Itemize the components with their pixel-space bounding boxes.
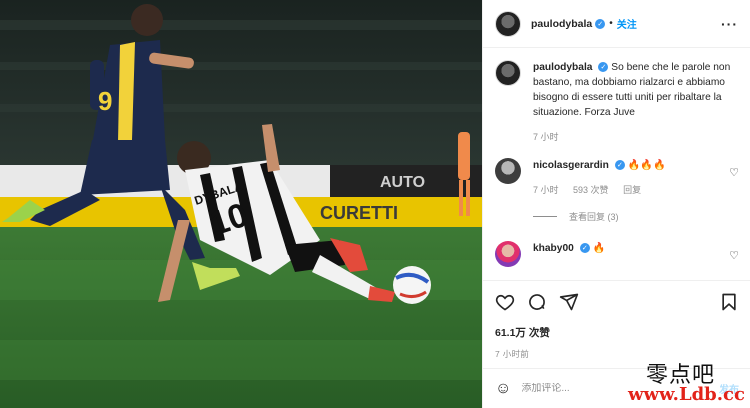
commenter-avatar[interactable]	[495, 158, 521, 184]
caption-avatar[interactable]	[495, 60, 521, 86]
post-panel: paulodybala ✓ • 关注 ··· paulodybala ✓ So b…	[482, 0, 750, 408]
comment-meta: 7 小时 593 次赞 回复	[533, 183, 739, 198]
comment-text: 🔥🔥🔥	[627, 160, 666, 171]
comment-item: nicolasgerardin ✓ 🔥🔥🔥 7 小时 593 次赞 回复 ♡	[495, 158, 739, 198]
comment-likes[interactable]: 593 次赞	[573, 185, 609, 195]
comment-username[interactable]: khaby00	[533, 243, 574, 254]
comment-icon[interactable]	[527, 292, 547, 312]
author-avatar[interactable]	[495, 10, 521, 37]
likes-count[interactable]: 61.1万 次赞	[495, 325, 739, 340]
comment-body: khaby00 ✓ 🔥	[533, 241, 739, 267]
comment-text: 🔥	[592, 243, 606, 254]
ad-board-text-right: CURETTI	[320, 203, 398, 223]
comments-list[interactable]: paulodybala ✓ So bene che le parole non b…	[483, 60, 750, 278]
comment-like-heart-icon[interactable]: ♡	[729, 166, 739, 179]
bookmark-icon[interactable]	[719, 292, 739, 312]
more-options-icon[interactable]: ···	[721, 16, 738, 32]
reply-button[interactable]: 回复	[623, 185, 641, 195]
caption-body: paulodybala ✓ So bene che le parole non b…	[533, 60, 739, 150]
replies-divider	[533, 216, 557, 217]
commenter-avatar[interactable]	[495, 241, 521, 267]
post-photo[interactable]: AUTO CURETTI 9 DYBALA 10	[0, 0, 482, 408]
caption-username[interactable]: paulodybala	[533, 62, 592, 73]
caption-time[interactable]: 7 小时	[533, 132, 559, 142]
action-row	[495, 289, 739, 315]
verified-badge-icon: ✓	[579, 243, 590, 254]
view-replies-button[interactable]: 查看回复 (3)	[533, 210, 739, 223]
separator-dot: •	[609, 18, 613, 29]
post-actions: 61.1万 次赞 7 小时前	[483, 280, 750, 360]
verified-badge-icon: ✓	[614, 160, 625, 171]
comment-body: nicolasgerardin ✓ 🔥🔥🔥 7 小时 593 次赞 回复	[533, 158, 739, 198]
watermark-url: www.Ldb.cc	[628, 384, 745, 405]
caption: paulodybala ✓ So bene che le parole non b…	[495, 60, 739, 150]
verified-badge-icon: ✓	[595, 18, 606, 29]
heart-icon[interactable]	[495, 292, 515, 312]
follow-button[interactable]: 关注	[617, 16, 637, 31]
caption-meta: 7 小时	[533, 130, 739, 145]
emoji-icon[interactable]: ☺	[495, 380, 511, 398]
view-replies-label: 查看回复 (3)	[569, 212, 619, 222]
share-icon[interactable]	[559, 292, 579, 312]
verified-badge-icon: ✓	[598, 62, 609, 73]
post-header: paulodybala ✓ • 关注 ···	[483, 0, 750, 48]
verona-number: 9	[98, 86, 112, 116]
comment-username[interactable]: nicolasgerardin	[533, 160, 609, 171]
author-username[interactable]: paulodybala	[531, 18, 592, 30]
comment-item: khaby00 ✓ 🔥 ♡	[495, 241, 739, 267]
match-photo: AUTO CURETTI 9 DYBALA 10	[0, 0, 482, 408]
ad-board-text-left: AUTO	[380, 174, 425, 191]
goalkeeper	[458, 132, 470, 180]
football	[393, 266, 431, 304]
comment-like-heart-icon[interactable]: ♡	[729, 249, 739, 262]
comment-time[interactable]: 7 小时	[533, 185, 559, 195]
